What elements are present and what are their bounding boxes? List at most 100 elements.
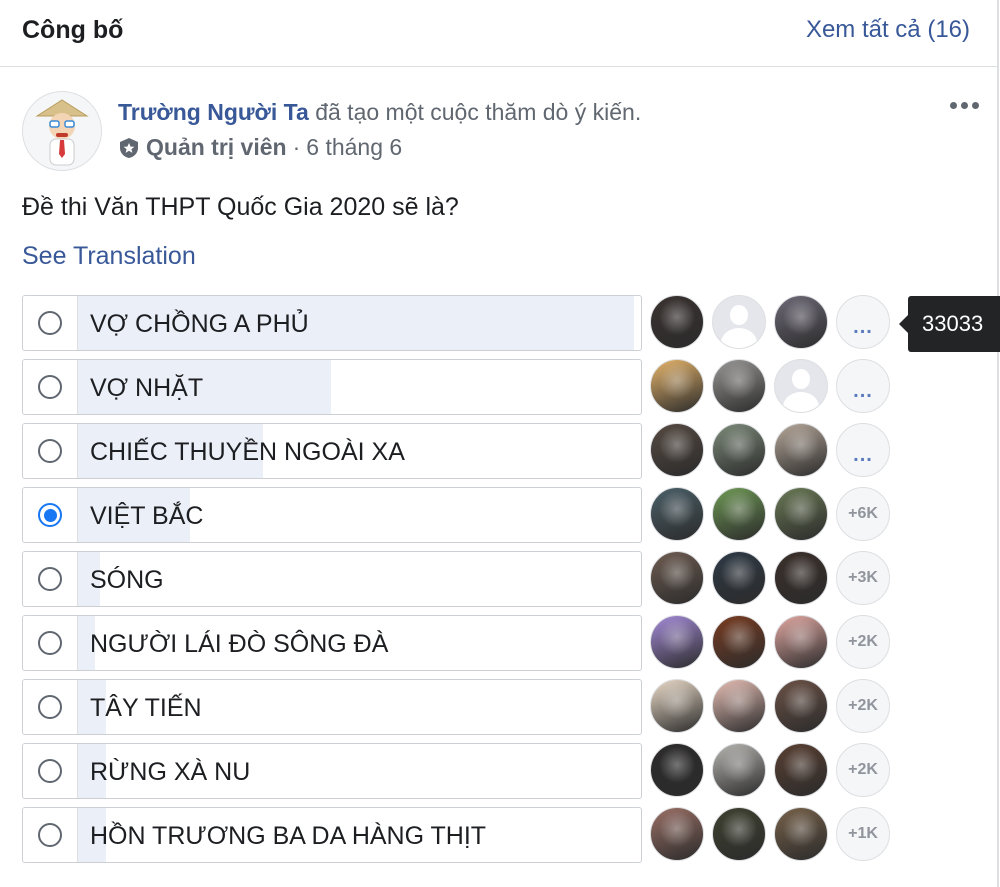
voter-avatar[interactable] [774, 423, 828, 477]
poll-option-label: VỢ NHẶT [90, 374, 204, 402]
more-voters-button[interactable]: +3K [836, 551, 890, 605]
voter-avatar[interactable] [774, 295, 828, 349]
poll-radio[interactable] [38, 439, 62, 463]
poll-option-row: HỒN TRƯƠNG BA DA HÀNG THỊT +1K [22, 807, 1000, 871]
poll-option-label: SÓNG [90, 566, 164, 594]
voter-avatar[interactable] [774, 743, 828, 797]
poll-option-label: CHIẾC THUYỀN NGOÀI XA [90, 438, 405, 466]
poll-option[interactable]: NGƯỜI LÁI ĐÒ SÔNG ĐÀ [22, 615, 642, 671]
poll-radio[interactable] [38, 631, 62, 655]
see-translation-link[interactable]: See Translation [22, 242, 196, 271]
more-horizontal-icon[interactable] [944, 92, 984, 118]
poll-option[interactable]: SÓNG [22, 551, 642, 607]
voter-avatars: +2K [650, 679, 890, 735]
voter-avatars: ... [650, 295, 890, 351]
radio-cell [23, 808, 78, 862]
poll-option-row: CHIẾC THUYỀN NGOÀI XA... [22, 423, 1000, 487]
cartoon-avatar-icon [35, 99, 89, 166]
more-voters-button[interactable]: +2K [836, 679, 890, 733]
meta-separator: · [292, 134, 301, 160]
post-meta: Quản trị viên · 6 tháng 6 [118, 134, 402, 161]
more-voters-button[interactable]: ... [836, 423, 890, 477]
poll-radio[interactable] [38, 503, 62, 527]
poll-option[interactable]: HỒN TRƯƠNG BA DA HÀNG THỊT [22, 807, 642, 863]
page-avatar[interactable] [22, 91, 102, 171]
poll-radio[interactable] [38, 375, 62, 399]
radio-cell [23, 552, 78, 606]
poll-option-row: VỢ CHỒNG A PHỦ... [22, 295, 1000, 359]
radio-cell [23, 680, 78, 734]
role-label: Quản trị viên [146, 134, 287, 160]
poll-radio[interactable] [38, 759, 62, 783]
poll-option-label: VỢ CHỒNG A PHỦ [90, 310, 309, 338]
voter-avatars: +3K [650, 551, 890, 607]
poll-option[interactable]: TÂY TIẾN [22, 679, 642, 735]
voter-avatar[interactable] [650, 807, 704, 861]
more-voters-button[interactable]: ... [836, 295, 890, 349]
section-header: Công bố Xem tất cả (16) [0, 0, 998, 67]
voter-avatar[interactable] [650, 487, 704, 541]
voter-avatar[interactable] [712, 807, 766, 861]
voter-avatar[interactable] [712, 615, 766, 669]
shield-star-icon [120, 137, 138, 158]
radio-cell [23, 360, 78, 414]
poll-options: VỢ CHỒNG A PHỦ... VỢ NHẶT... CHIẾC THUYỀN … [22, 295, 1000, 871]
voter-avatar[interactable] [712, 679, 766, 733]
voter-avatar[interactable] [774, 807, 828, 861]
voter-avatar[interactable] [712, 743, 766, 797]
poll-option-row: NGƯỜI LÁI ĐÒ SÔNG ĐÀ +2K [22, 615, 1000, 679]
voter-avatars: ... [650, 423, 890, 479]
poll-option-label: TÂY TIẾN [90, 694, 202, 722]
poll-option[interactable]: VỢ NHẶT [22, 359, 642, 415]
voter-avatar[interactable] [650, 679, 704, 733]
voter-avatars: ... [650, 359, 890, 415]
poll-radio[interactable] [38, 823, 62, 847]
more-voters-button[interactable]: +2K [836, 743, 890, 797]
poll-option[interactable]: VỢ CHỒNG A PHỦ [22, 295, 642, 351]
post-action: đã tạo một cuộc thăm dò ý kiến. [315, 99, 642, 125]
voter-avatar[interactable] [650, 359, 704, 413]
poll-option-label: VIỆT BẮC [90, 502, 204, 530]
poll-option-row: VỢ NHẶT... [22, 359, 1000, 423]
author-name[interactable]: Trường Người Ta [118, 99, 309, 125]
more-voters-button[interactable]: +1K [836, 807, 890, 861]
voter-avatar[interactable] [774, 615, 828, 669]
more-voters-button[interactable]: ... [836, 359, 890, 413]
voter-avatar[interactable] [774, 551, 828, 605]
voter-avatar[interactable] [712, 359, 766, 413]
poll-option[interactable]: VIỆT BẮC [22, 487, 642, 543]
more-voters-button[interactable]: +2K [836, 615, 890, 669]
voter-avatars: +2K [650, 743, 890, 799]
voter-avatar[interactable] [774, 679, 828, 733]
voter-avatar[interactable] [650, 551, 704, 605]
voter-avatar[interactable] [712, 487, 766, 541]
see-all-link[interactable]: Xem tất cả (16) [806, 16, 970, 44]
poll-option-label: RỪNG XÀ NU [90, 758, 251, 786]
post-date[interactable]: 6 tháng 6 [306, 134, 402, 161]
voter-avatar[interactable] [712, 423, 766, 477]
poll-option[interactable]: RỪNG XÀ NU [22, 743, 642, 799]
default-avatar-icon[interactable] [774, 359, 828, 413]
voter-avatar[interactable] [774, 487, 828, 541]
voter-avatars: +6K [650, 487, 890, 543]
voter-avatar[interactable] [712, 551, 766, 605]
voter-avatar[interactable] [650, 423, 704, 477]
poll-radio[interactable] [38, 695, 62, 719]
voter-avatar[interactable] [650, 295, 704, 349]
poll-option-row: VIỆT BẮC +6K [22, 487, 1000, 551]
poll-option[interactable]: CHIẾC THUYỀN NGOÀI XA [22, 423, 642, 479]
poll-radio[interactable] [38, 567, 62, 591]
default-avatar-icon[interactable] [712, 295, 766, 349]
voter-avatars: +2K [650, 615, 890, 671]
voter-avatar[interactable] [650, 615, 704, 669]
section-title: Công bố [22, 16, 124, 44]
poll-option-row: RỪNG XÀ NU +2K [22, 743, 1000, 807]
poll-radio[interactable] [38, 311, 62, 335]
radio-cell [23, 424, 78, 478]
poll-option-row: SÓNG +3K [22, 551, 1000, 615]
poll-option-label: HỒN TRƯƠNG BA DA HÀNG THỊT [90, 822, 487, 850]
voter-avatar[interactable] [650, 743, 704, 797]
poll-option-row: TÂY TIẾN +2K [22, 679, 1000, 743]
more-voters-button[interactable]: +6K [836, 487, 890, 541]
radio-cell [23, 744, 78, 798]
